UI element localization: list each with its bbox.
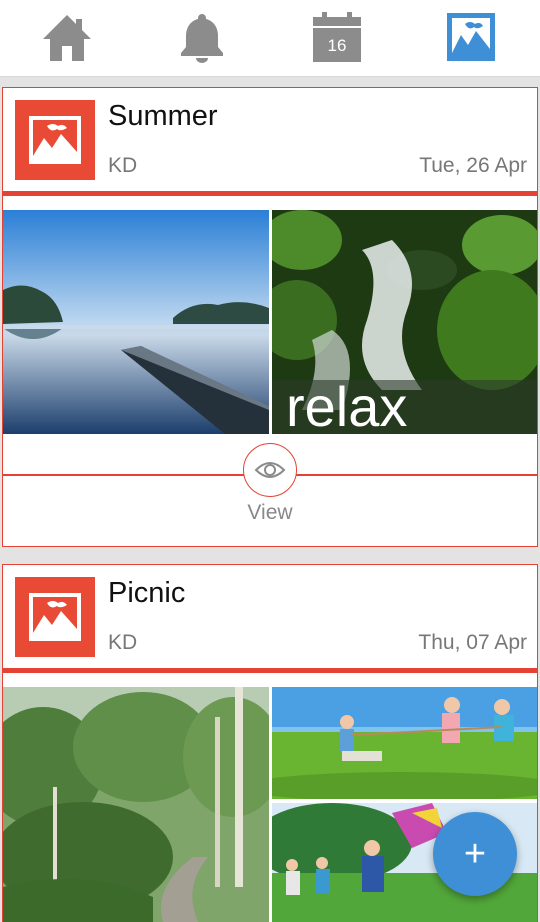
nav-calendar-button[interactable]: 16 xyxy=(310,10,364,64)
forest-road-photo xyxy=(3,687,269,922)
album-owner: KD xyxy=(108,631,138,654)
image-icon xyxy=(29,116,81,164)
calendar-day-number: 16 xyxy=(327,36,347,55)
view-album-button[interactable] xyxy=(243,443,297,497)
nav-notifications-button[interactable] xyxy=(175,10,229,64)
album-header: Picnic KD Thu, 07 Apr xyxy=(3,565,537,673)
nav-gallery-button[interactable] xyxy=(444,10,498,64)
photo-grid: relax xyxy=(3,210,537,434)
album-card[interactable]: Summer KD Tue, 26 Apr relax View xyxy=(2,87,538,547)
photo-thumbnail[interactable]: relax xyxy=(272,210,537,434)
album-date: Tue, 26 Apr xyxy=(419,154,527,177)
album-title: Summer xyxy=(108,100,218,132)
add-album-fab[interactable]: + xyxy=(433,812,517,896)
lake-pier-photo xyxy=(3,210,269,434)
photo-caption: relax xyxy=(286,375,407,434)
album-thumbnail xyxy=(15,577,95,657)
gallery-icon xyxy=(447,13,495,61)
album-owner: KD xyxy=(108,154,138,177)
kids-tug-of-war-photo xyxy=(272,687,537,799)
nav-home-button[interactable] xyxy=(40,10,94,64)
bell-icon xyxy=(181,14,223,63)
add-icon: + xyxy=(463,833,487,875)
waterfall-relax-photo: relax xyxy=(272,210,537,434)
view-label[interactable]: View xyxy=(3,501,537,525)
photo-thumbnail[interactable] xyxy=(3,687,269,922)
calendar-icon: 16 xyxy=(312,11,362,63)
top-nav-bar: 16 xyxy=(0,0,540,77)
header-divider xyxy=(3,668,537,673)
eye-icon xyxy=(254,462,286,478)
album-header: Summer KD Tue, 26 Apr xyxy=(3,88,537,196)
album-date: Thu, 07 Apr xyxy=(418,631,527,654)
header-divider xyxy=(3,191,537,196)
album-thumbnail xyxy=(15,100,95,180)
album-title: Picnic xyxy=(108,577,186,609)
photo-thumbnail[interactable] xyxy=(272,687,537,799)
home-icon xyxy=(43,15,91,61)
view-action-area: View xyxy=(3,443,537,545)
image-icon xyxy=(29,593,81,641)
photo-thumbnail[interactable] xyxy=(3,210,269,434)
